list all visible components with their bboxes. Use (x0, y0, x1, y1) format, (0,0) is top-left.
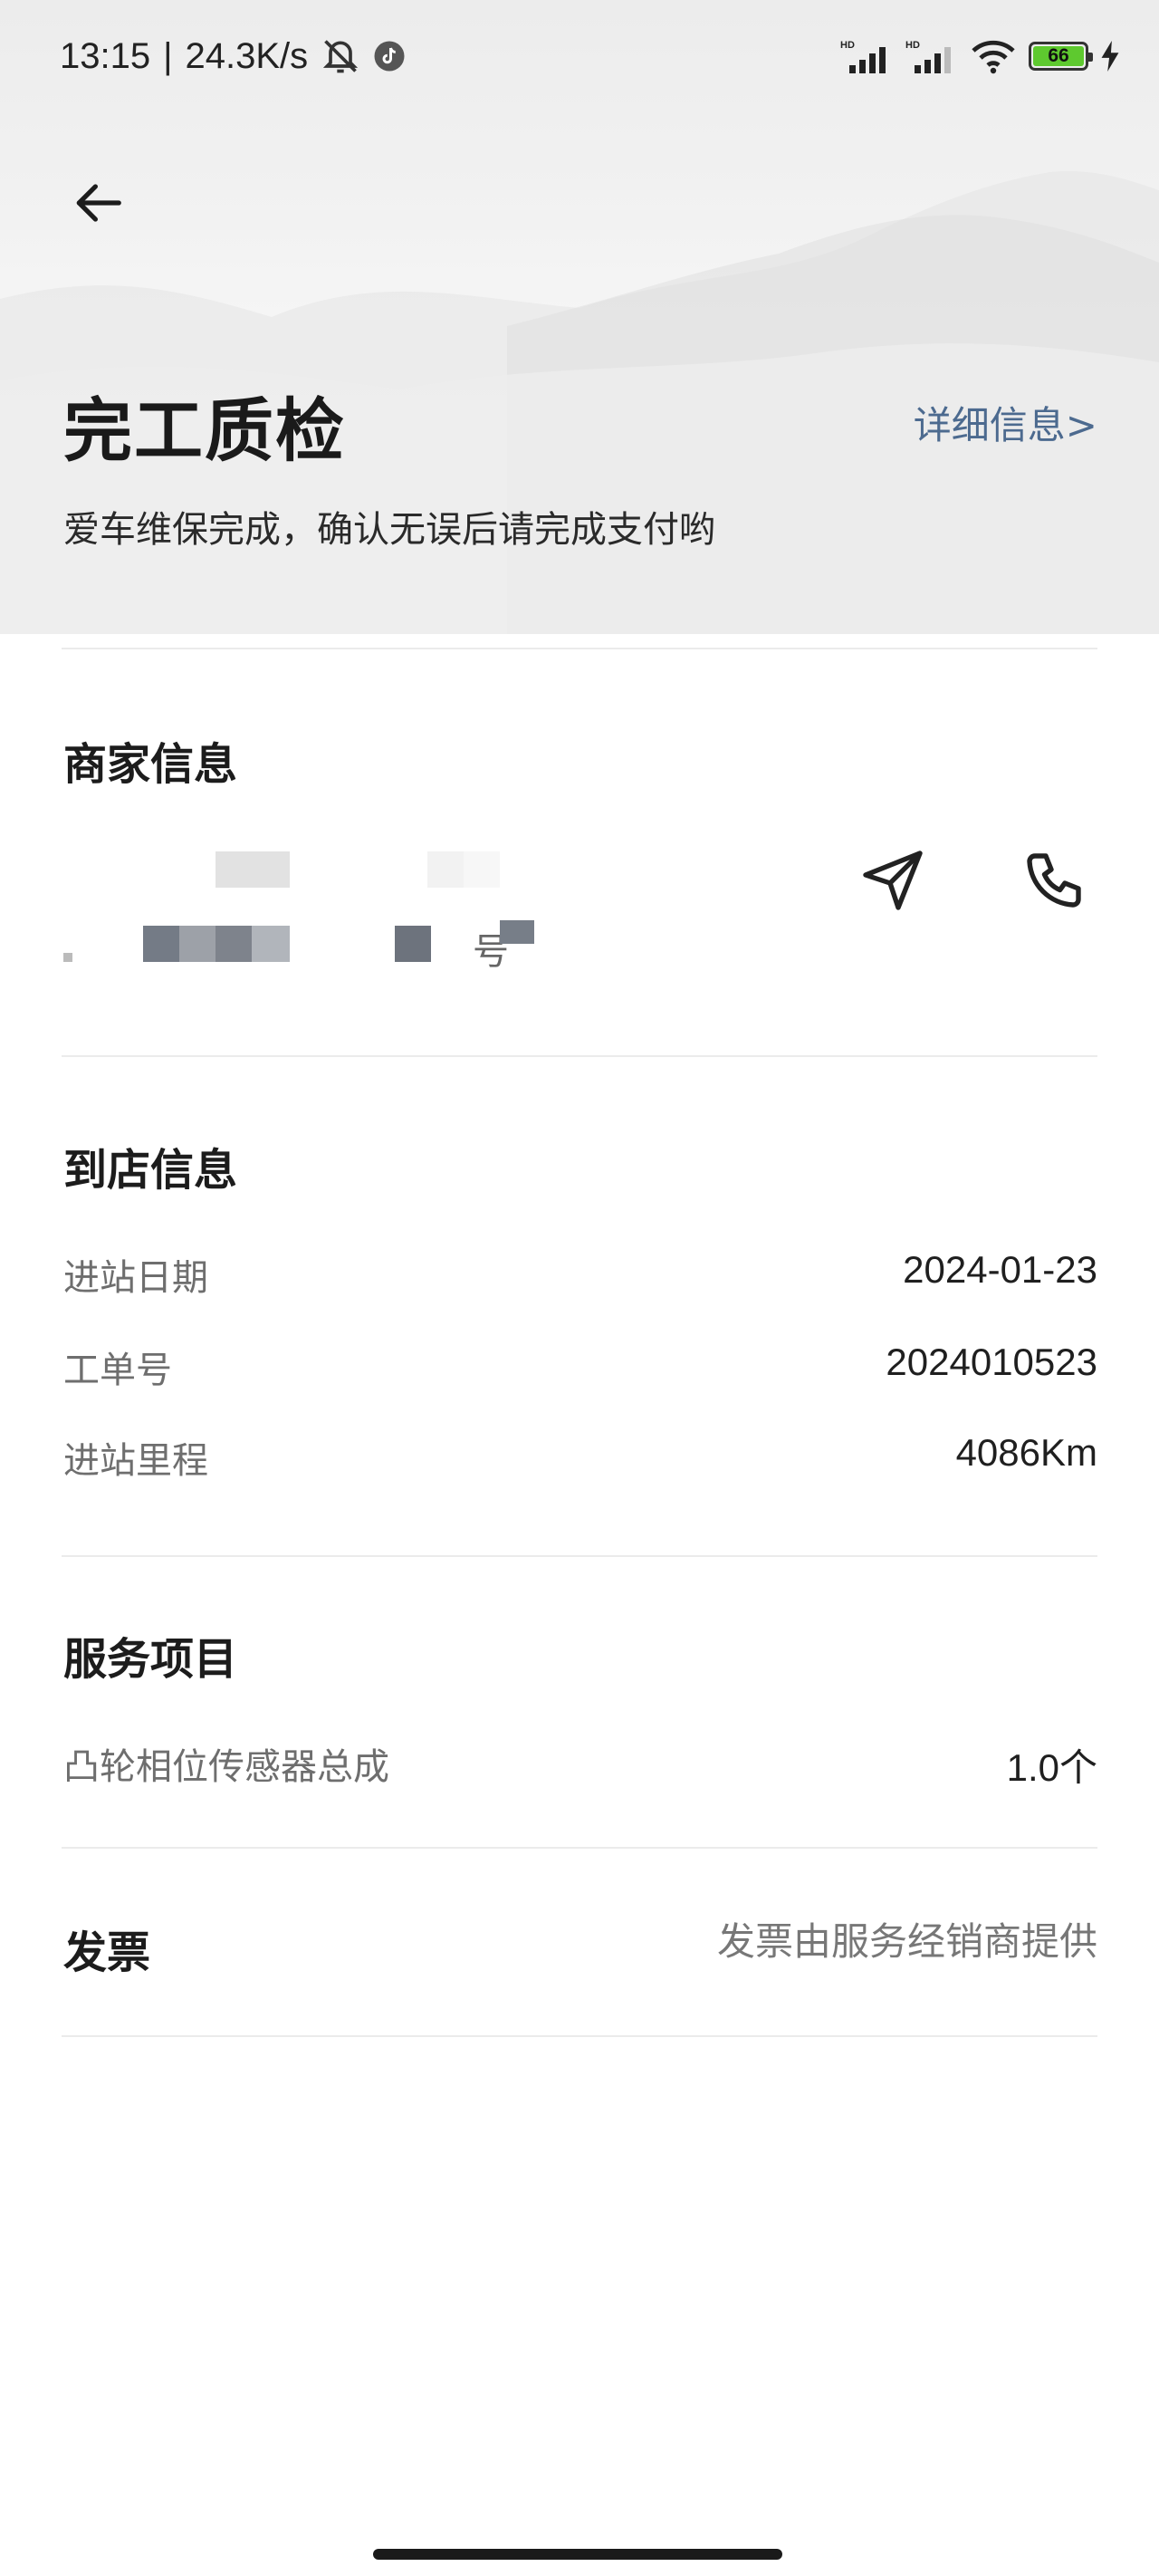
divider (62, 648, 1097, 649)
battery-icon: 66 (1029, 42, 1093, 71)
phone-icon (1021, 848, 1087, 917)
work-order-value: 2024010523 (886, 1341, 1097, 1383)
section-title-services: 服务项目 (63, 1634, 238, 1685)
signal-icon: HD (905, 38, 958, 74)
network-speed: 24.3K/s (185, 35, 309, 76)
detail-info-link[interactable]: 详细信息> (914, 395, 1097, 450)
signal-icon: HD (840, 38, 893, 74)
battery-cap (1088, 53, 1093, 62)
section-title-arrival: 到店信息 (63, 1145, 238, 1196)
arrival-date-value: 2024-01-23 (903, 1248, 1097, 1291)
divider (62, 1847, 1097, 1849)
divider (62, 2035, 1097, 2037)
battery-level: 66 (1033, 45, 1084, 66)
home-indicator[interactable] (373, 2549, 782, 2560)
mute-bell-icon (321, 36, 360, 76)
network-tag-hd: HD (905, 40, 920, 51)
section-title-invoice: 发票 (63, 1927, 151, 1978)
status-time: 13:15 (60, 35, 151, 76)
back-button[interactable] (62, 170, 134, 239)
navigate-button[interactable] (849, 839, 936, 926)
charging-icon (1101, 41, 1119, 72)
tiktok-icon (373, 40, 406, 72)
divider (62, 1555, 1097, 1557)
section-title-merchant: 商家信息 (63, 739, 238, 790)
status-right: HD HD 66 (840, 33, 1119, 80)
arrival-date-label: 进站日期 (63, 1257, 208, 1299)
navigate-icon (860, 848, 925, 917)
status-bar: 13:15 | 24.3K/s HD HD 66 (0, 0, 1159, 109)
wifi-icon (971, 38, 1016, 74)
mileage-value: 4086Km (955, 1431, 1097, 1474)
work-order-label: 工单号 (63, 1350, 172, 1391)
service-item-name: 凸轮相位传感器总成 (63, 1746, 389, 1788)
mileage-label: 进站里程 (63, 1440, 208, 1482)
page-subtitle: 爱车维保完成，确认无误后请完成支付哟 (63, 509, 715, 551)
page-title: 完工质检 (63, 390, 346, 471)
merchant-address-redacted: 号 (63, 920, 552, 973)
merchant-name-redacted (63, 851, 534, 895)
divider (62, 1055, 1097, 1057)
status-left: 13:15 | 24.3K/s (60, 33, 406, 80)
service-item-quantity: 1.0个 (1006, 1746, 1097, 1789)
arrow-left-icon (70, 175, 126, 235)
call-button[interactable] (1011, 839, 1097, 926)
status-separator: | (163, 35, 173, 76)
invoice-provider-text: 发票由服务经销商提供 (716, 1919, 1097, 1964)
network-tag-hd: HD (840, 40, 855, 51)
